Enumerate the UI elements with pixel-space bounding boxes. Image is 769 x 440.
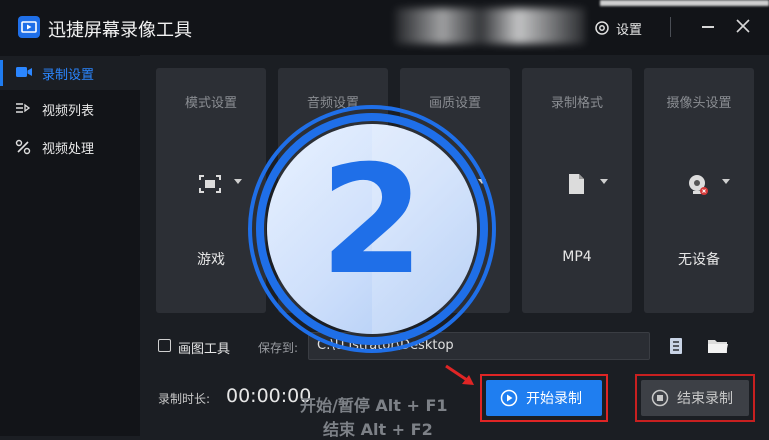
sidebar-item-label: 视频处理 <box>42 142 95 157</box>
folder-icon[interactable] <box>707 337 729 355</box>
card-value: MP4 <box>562 249 592 265</box>
stop-record-label: 结束录制 <box>677 391 733 407</box>
chevron-down-icon[interactable] <box>600 179 608 184</box>
title-bar: 迅捷屏幕录像工具 设置 <box>0 0 769 55</box>
start-record-button[interactable]: 开始录制 <box>486 380 602 416</box>
blurred-user-info <box>395 8 585 44</box>
video-camera-icon <box>16 67 32 77</box>
hotkey-start-hint: 开始/暂停 Alt + F1 <box>300 396 448 415</box>
divider <box>670 17 671 37</box>
file-list-icon[interactable] <box>668 337 684 355</box>
sidebar-item-label: 录制设置 <box>42 68 95 83</box>
settings-button[interactable]: 设置 <box>616 19 642 38</box>
gear-icon[interactable] <box>594 20 610 36</box>
duration-label: 录制时长: <box>158 392 211 406</box>
play-icon <box>500 389 518 407</box>
card-webcam-settings[interactable]: 摄像头设置 无设备 <box>644 68 754 313</box>
card-title: 录制格式 <box>550 96 603 111</box>
app-logo-icon <box>18 16 40 38</box>
chevron-down-icon[interactable] <box>234 179 242 184</box>
sidebar-item-record-settings[interactable]: 录制设置 <box>0 56 140 90</box>
close-icon[interactable] <box>736 19 750 33</box>
chevron-down-icon[interactable] <box>722 179 730 184</box>
sidebar-item-label: 视频列表 <box>42 104 95 119</box>
drawing-tool-checkbox[interactable] <box>158 339 171 352</box>
app-title: 迅捷屏幕录像工具 <box>48 20 192 41</box>
stop-icon <box>651 389 669 407</box>
blurred-strip <box>600 0 769 6</box>
countdown-overlay: 2 <box>247 104 497 354</box>
card-title: 摄像头设置 <box>666 96 732 111</box>
hotkey-stop-hint: 结束 Alt + F2 <box>323 420 433 439</box>
sidebar: 录制设置 视频列表 视频处理 <box>0 55 140 436</box>
sidebar-item-video-list[interactable]: 视频列表 <box>0 92 140 126</box>
tools-icon <box>15 139 31 155</box>
annotation-arrow-icon <box>445 364 474 385</box>
drawing-tool-label[interactable]: 画图工具 <box>178 338 230 357</box>
card-value: 无设备 <box>678 252 720 268</box>
active-indicator <box>0 60 3 86</box>
card-record-format[interactable]: 录制格式 MP4 <box>522 68 632 313</box>
duration-value: 00:00:00 <box>226 385 312 407</box>
file-icon <box>569 174 584 194</box>
countdown-number: 2 <box>319 134 425 308</box>
webcam-icon <box>689 175 708 195</box>
minimize-icon[interactable] <box>702 26 714 28</box>
fullscreen-select-icon <box>199 175 221 193</box>
sidebar-item-video-processing[interactable]: 视频处理 <box>0 130 140 164</box>
stop-record-button[interactable]: 结束录制 <box>641 380 749 416</box>
list-icon <box>16 103 31 113</box>
start-record-label: 开始录制 <box>526 391 582 407</box>
